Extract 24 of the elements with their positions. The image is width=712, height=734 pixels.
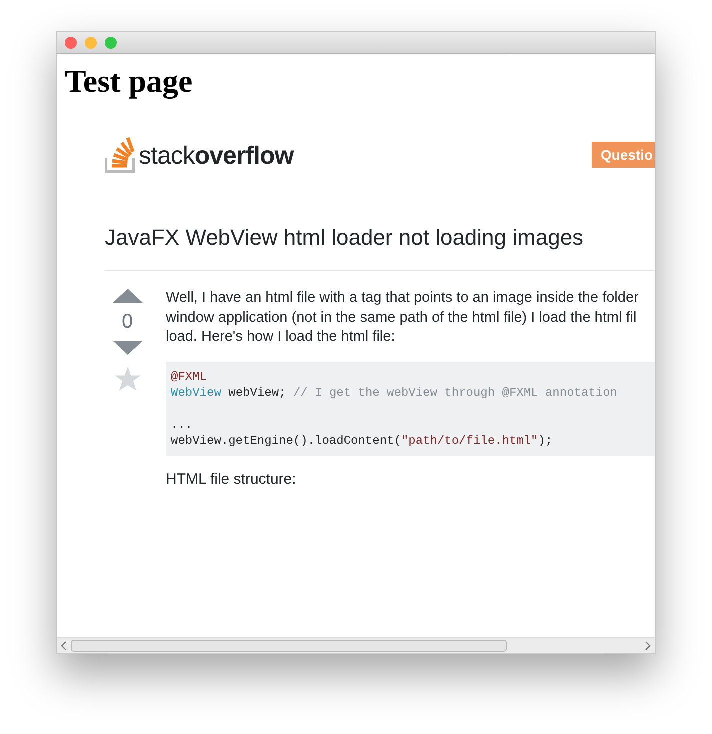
- body-text: HTML file structure:: [166, 470, 296, 488]
- code-text: webView.getEngine().loadContent(: [171, 434, 402, 448]
- logo-text: stackoverflow: [139, 141, 294, 171]
- logo-icon: [105, 136, 137, 174]
- question-title: JavaFX WebView html loader not loading images: [105, 224, 584, 252]
- vote-count: 0: [122, 310, 134, 335]
- zoom-button[interactable]: [105, 36, 117, 48]
- question-body: Well, I have an html file with a tag that points to an image inside the folder window application (not in the same path of the html file) I load the html fil load. Here's how I load the html file:: [166, 289, 639, 347]
- questions-button[interactable]: Questio: [592, 142, 655, 168]
- minimize-button[interactable]: [85, 36, 97, 48]
- horizontal-scrollbar[interactable]: [57, 637, 655, 653]
- code-comment: // I get the webView through @FXML annotation: [293, 386, 618, 400]
- code-string: "path/to/file.html": [401, 434, 538, 448]
- downvote-icon[interactable]: [112, 341, 142, 355]
- star-icon[interactable]: [114, 367, 140, 392]
- scrollbar-thumb[interactable]: [71, 640, 507, 652]
- upvote-icon[interactable]: [112, 289, 142, 303]
- code-annotation: @FXML: [171, 370, 208, 384]
- code-text: );: [538, 434, 553, 448]
- code-text: webView;: [228, 386, 288, 400]
- code-type: WebView: [171, 386, 222, 400]
- code-text: ...: [171, 418, 193, 432]
- page-heading: Test page: [65, 63, 193, 99]
- close-button[interactable]: [65, 36, 77, 48]
